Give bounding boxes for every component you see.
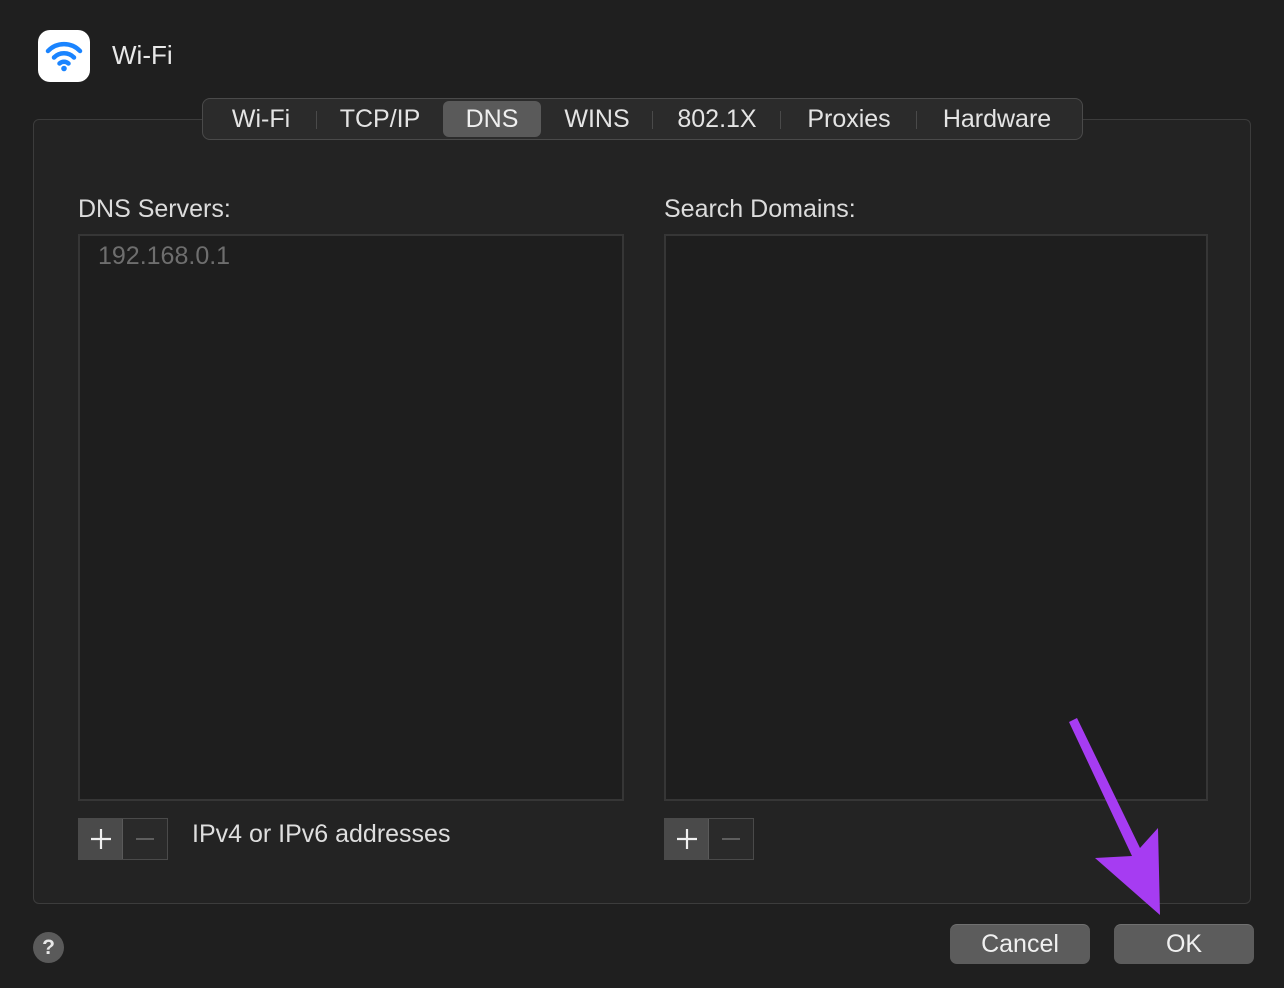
add-dns-server-button[interactable] (79, 819, 123, 859)
ok-button[interactable]: OK (1114, 924, 1254, 964)
dns-servers-label: DNS Servers: (78, 195, 231, 223)
plus-icon (90, 829, 111, 849)
tab-tcpip[interactable]: TCP/IP (317, 101, 443, 137)
tab-wins[interactable]: WINS (541, 101, 653, 137)
minus-icon (722, 838, 740, 840)
remove-dns-server-button[interactable] (123, 819, 167, 859)
help-button[interactable]: ? (33, 932, 64, 963)
tab-dns[interactable]: DNS (443, 101, 541, 137)
dns-server-entry[interactable]: 192.168.0.1 (98, 242, 230, 271)
add-search-domain-button[interactable] (665, 819, 709, 859)
dns-servers-list[interactable]: 192.168.0.1 (78, 234, 624, 801)
tab-hardware[interactable]: Hardware (917, 101, 1077, 137)
window-title: Wi-Fi (112, 40, 173, 70)
tab-8021x[interactable]: 802.1X (653, 101, 781, 137)
network-dialog: Wi-Fi Wi-Fi TCP/IP DNS WINS 802.1X Proxi… (0, 0, 1284, 988)
minus-icon (136, 838, 154, 840)
dns-hint-text: IPv4 or IPv6 addresses (192, 820, 451, 848)
plus-icon (676, 829, 697, 849)
search-domains-label: Search Domains: (664, 195, 856, 223)
tab-bar: Wi-Fi TCP/IP DNS WINS 802.1X Proxies Har… (202, 98, 1083, 140)
search-domains-list[interactable] (664, 234, 1208, 801)
tab-wifi[interactable]: Wi-Fi (205, 101, 317, 137)
dns-servers-buttons (78, 818, 168, 860)
remove-search-domain-button[interactable] (709, 819, 753, 859)
tab-proxies[interactable]: Proxies (781, 101, 917, 137)
search-domains-buttons (664, 818, 754, 860)
cancel-button[interactable]: Cancel (950, 924, 1090, 964)
wifi-icon (38, 30, 90, 82)
